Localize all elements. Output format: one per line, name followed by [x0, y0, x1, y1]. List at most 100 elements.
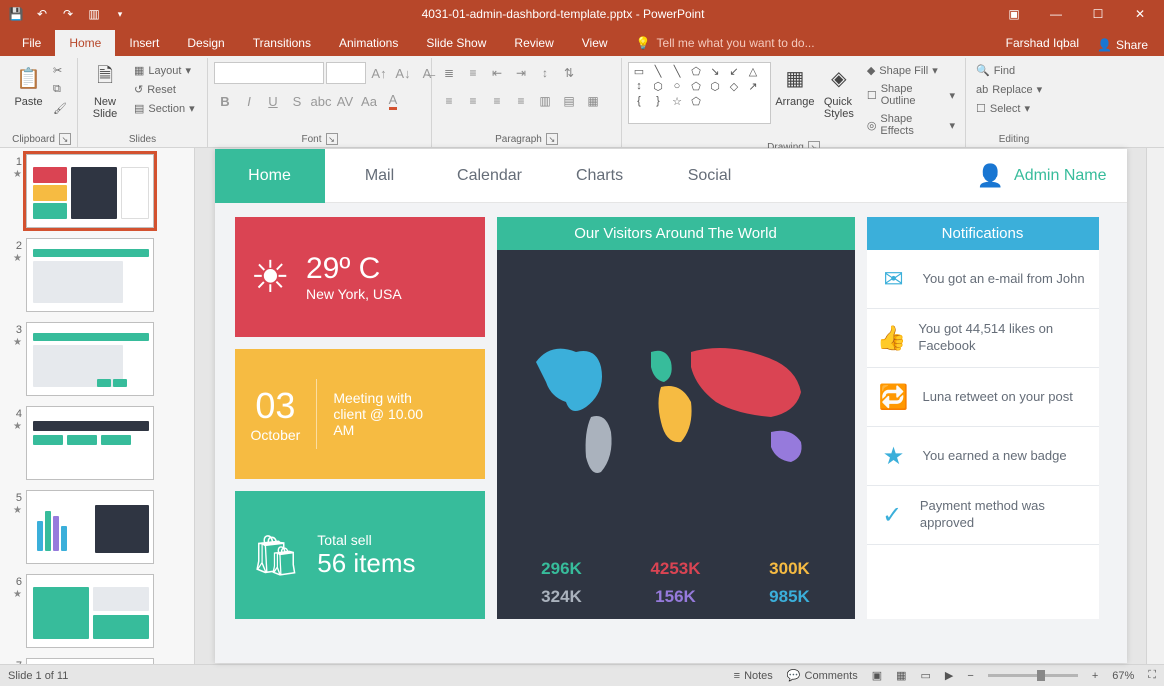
thumbnail-4[interactable]: [26, 406, 154, 480]
font-family-select[interactable]: [214, 62, 324, 84]
notes-button[interactable]: ≡ Notes: [734, 670, 773, 682]
increase-font-icon[interactable]: A↑: [368, 62, 390, 84]
tab-insert[interactable]: Insert: [115, 30, 173, 56]
replace-button[interactable]: ab Replace ▾: [972, 81, 1046, 98]
thumbnail-5[interactable]: [26, 490, 154, 564]
qat-more-icon[interactable]: ▾: [108, 2, 132, 26]
increase-indent-button[interactable]: ⇥: [510, 62, 532, 84]
reading-view-icon[interactable]: ▭: [921, 669, 931, 682]
account-name[interactable]: Farshad Iqbal: [996, 30, 1089, 56]
smartart-button[interactable]: ▦: [582, 90, 604, 112]
justify-button[interactable]: ≡: [510, 90, 532, 112]
align-left-button[interactable]: ≡: [438, 90, 460, 112]
font-launcher[interactable]: ↘: [326, 133, 338, 145]
tab-view[interactable]: View: [568, 30, 622, 56]
save-icon[interactable]: 💾: [4, 2, 28, 26]
decrease-font-icon[interactable]: A↓: [392, 62, 414, 84]
columns-button[interactable]: ▥: [534, 90, 556, 112]
comments-button[interactable]: 💬 Comments: [787, 669, 858, 682]
thumbnail-3[interactable]: [26, 322, 154, 396]
underline-button[interactable]: U: [262, 90, 284, 112]
align-text-button[interactable]: ▤: [558, 90, 580, 112]
tab-design[interactable]: Design: [173, 30, 238, 56]
admin-user[interactable]: 👤 Admin Name: [977, 163, 1107, 189]
nav-home[interactable]: Home: [215, 149, 325, 203]
tab-home[interactable]: Home: [55, 30, 115, 56]
sell-card: 🛍 Total sell 56 items: [235, 491, 485, 619]
decrease-indent-button[interactable]: ⇤: [486, 62, 508, 84]
text-direction-button[interactable]: ⇅: [558, 62, 580, 84]
thumbnail-1[interactable]: [26, 154, 154, 228]
select-button[interactable]: ☐ Select ▾: [972, 100, 1034, 117]
notification-item[interactable]: ★You earned a new badge: [867, 427, 1099, 486]
thumbnail-7[interactable]: [26, 658, 154, 664]
align-right-button[interactable]: ≡: [486, 90, 508, 112]
tell-me[interactable]: 💡 Tell me what you want to do...: [622, 30, 829, 56]
tab-review[interactable]: Review: [500, 30, 567, 56]
tab-transitions[interactable]: Transitions: [239, 30, 325, 56]
notification-item[interactable]: 🔁Luna retweet on your post: [867, 368, 1099, 427]
copy-button[interactable]: ⧉: [49, 81, 71, 98]
notification-item[interactable]: ✉You got an e-mail from John: [867, 250, 1099, 309]
strike-button[interactable]: S: [286, 90, 308, 112]
nav-calendar[interactable]: Calendar: [435, 149, 545, 203]
normal-view-icon[interactable]: ▣: [872, 669, 882, 682]
arrange-button[interactable]: ▦ Arrange: [775, 62, 815, 108]
close-icon[interactable]: ✕: [1120, 2, 1160, 26]
paste-button[interactable]: 📋 Paste: [12, 62, 45, 108]
reset-button[interactable]: ↺ Reset: [130, 81, 199, 98]
slide-counter[interactable]: Slide 1 of 11: [8, 670, 68, 682]
thumbnail-6[interactable]: [26, 574, 154, 648]
section-button[interactable]: ▤ Section ▾: [130, 100, 199, 117]
redo-icon[interactable]: ↷: [56, 2, 80, 26]
nav-mail[interactable]: Mail: [325, 149, 435, 203]
quick-styles-button[interactable]: ◈ Quick Styles: [819, 62, 859, 120]
change-case-button[interactable]: Aa: [358, 90, 380, 112]
minimize-icon[interactable]: —: [1036, 2, 1076, 26]
tab-animations[interactable]: Animations: [325, 30, 412, 56]
line-spacing-button[interactable]: ↕: [534, 62, 556, 84]
cut-button[interactable]: ✂: [49, 62, 71, 79]
clipboard-launcher[interactable]: ↘: [59, 133, 71, 145]
font-color-button[interactable]: A: [382, 90, 404, 112]
slideshow-view-icon[interactable]: ▶: [945, 669, 953, 682]
bullets-button[interactable]: ≣: [438, 62, 460, 84]
shape-fill-button[interactable]: ◆ Shape Fill ▾: [863, 62, 959, 79]
shape-effects-button[interactable]: ◎ Shape Effects ▾: [863, 111, 959, 139]
vertical-scrollbar[interactable]: [1146, 148, 1164, 664]
fit-to-window-icon[interactable]: ⛶: [1148, 669, 1156, 682]
new-slide-button[interactable]: 🗎 New Slide: [84, 62, 126, 120]
zoom-slider[interactable]: [988, 674, 1078, 677]
slide-thumbnail-panel[interactable]: 1★ 2★ 3★ 4★: [0, 148, 195, 664]
spacing-button[interactable]: AV: [334, 90, 356, 112]
zoom-out-button[interactable]: −: [967, 670, 973, 682]
align-center-button[interactable]: ≡: [462, 90, 484, 112]
italic-button[interactable]: I: [238, 90, 260, 112]
ribbon-display-icon[interactable]: ▣: [994, 2, 1034, 26]
maximize-icon[interactable]: ☐: [1078, 2, 1118, 26]
slide-canvas[interactable]: Home Mail Calendar Charts Social 👤 Admin…: [195, 148, 1146, 664]
thumbnail-2[interactable]: [26, 238, 154, 312]
tab-file[interactable]: File: [8, 30, 55, 56]
format-painter-button[interactable]: 🖌: [49, 100, 71, 117]
undo-icon[interactable]: ↶: [30, 2, 54, 26]
layout-button[interactable]: ▦ Layout ▾: [130, 62, 199, 79]
notification-item[interactable]: ✓Payment method was approved: [867, 486, 1099, 545]
nav-social[interactable]: Social: [655, 149, 765, 203]
shadow-button[interactable]: abc: [310, 90, 332, 112]
find-button[interactable]: 🔍 Find: [972, 62, 1019, 79]
zoom-level[interactable]: 67%: [1112, 670, 1134, 682]
zoom-in-button[interactable]: +: [1092, 670, 1098, 682]
shape-outline-button[interactable]: ☐ Shape Outline ▾: [863, 81, 959, 109]
shapes-gallery[interactable]: ▭╲╲⬠↘↙ △↕⬡○⬠⬡ ◇↗{}☆⬠: [628, 62, 771, 124]
numbering-button[interactable]: ≡: [462, 62, 484, 84]
sorter-view-icon[interactable]: ▦: [896, 669, 906, 682]
start-from-beginning-icon[interactable]: ▥: [82, 2, 106, 26]
bold-button[interactable]: B: [214, 90, 236, 112]
paragraph-launcher[interactable]: ↘: [546, 133, 558, 145]
font-size-select[interactable]: [326, 62, 366, 84]
nav-charts[interactable]: Charts: [545, 149, 655, 203]
notification-item[interactable]: 👍You got 44,514 likes on Facebook: [867, 309, 1099, 368]
share-button[interactable]: 👤 Share: [1089, 34, 1156, 56]
tab-slideshow[interactable]: Slide Show: [412, 30, 500, 56]
